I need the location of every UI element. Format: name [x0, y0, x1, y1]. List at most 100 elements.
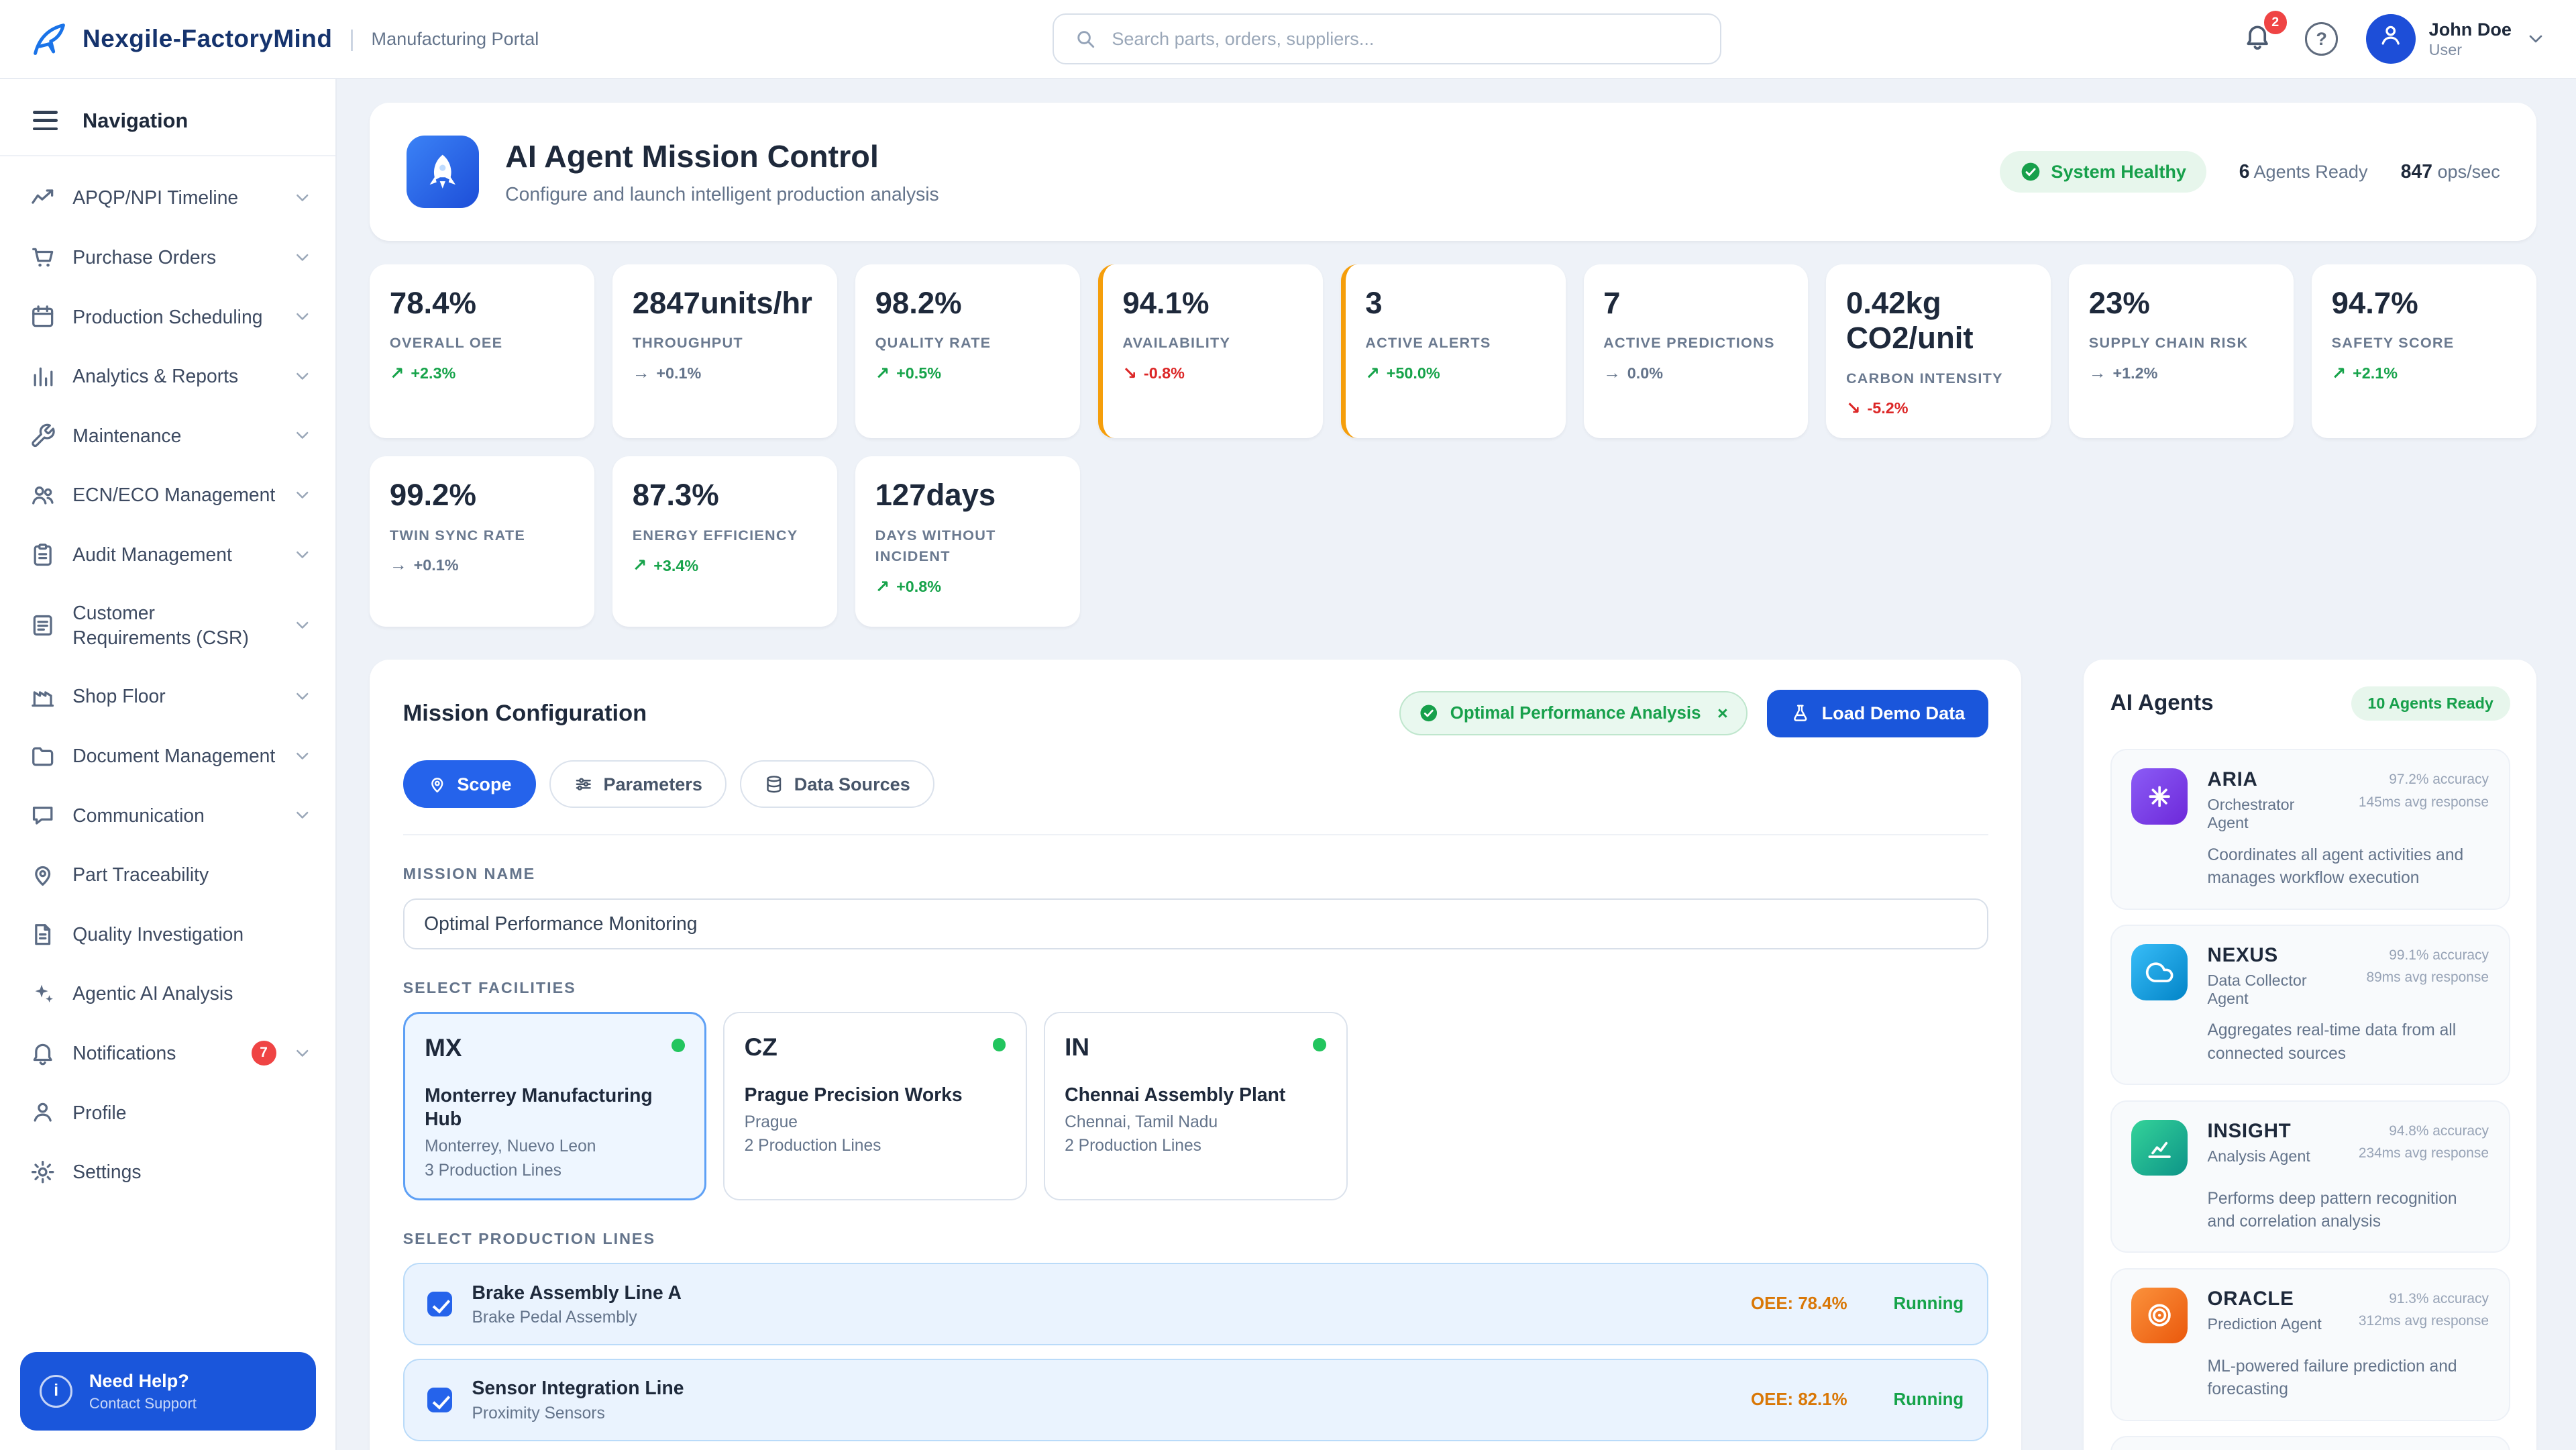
facility-code: CZ	[745, 1033, 777, 1061]
info-icon: i	[40, 1375, 72, 1408]
user-icon	[2377, 22, 2404, 55]
agent-list: ARIA Orchestrator Agent 97.2% accuracy 1…	[2110, 749, 2510, 1450]
line-checkbox[interactable]	[427, 1292, 452, 1316]
agent-card[interactable]: ORACLE Prediction Agent 91.3% accuracy 3…	[2110, 1268, 2510, 1421]
sidebar-item[interactable]: ECN/ECO Management	[0, 466, 335, 525]
kpi-trend-value: +50.0%	[1387, 364, 1440, 382]
sidebar-item[interactable]: Notifications 7	[0, 1023, 335, 1083]
gear-icon	[30, 1159, 56, 1185]
sidebar-item[interactable]: Settings	[0, 1142, 335, 1202]
factory-icon	[30, 683, 56, 709]
sidebar-item[interactable]: Profile	[0, 1083, 335, 1143]
sidebar-item[interactable]: Shop Floor	[0, 667, 335, 727]
brand-divider: |	[349, 26, 355, 52]
contact-support-card[interactable]: i Need Help? Contact Support	[20, 1352, 316, 1431]
load-demo-button[interactable]: Load Demo Data	[1767, 690, 1988, 737]
notifications-button[interactable]: 2	[2237, 19, 2277, 59]
kpi-value: 98.2%	[875, 286, 1061, 321]
kpi-label: ACTIVE ALERTS	[1365, 332, 1546, 353]
check-circle-icon	[1419, 703, 1439, 723]
sidebar-header: Navigation	[0, 79, 335, 156]
sidebar-item[interactable]: Document Management	[0, 726, 335, 786]
production-line-row[interactable]: Brake Assembly Line A Brake Pedal Assemb…	[403, 1263, 1988, 1345]
system-health-badge: System Healthy	[2000, 151, 2206, 193]
kpi-label: THROUGHPUT	[633, 332, 818, 353]
help-button[interactable]: ?	[2305, 22, 2338, 55]
mission-name-input[interactable]	[403, 898, 1988, 949]
facility-card[interactable]: MX Monterrey Manufacturing Hub Monterrey…	[403, 1012, 707, 1200]
sidebar-item-label: Quality Investigation	[72, 922, 312, 947]
sidebar-item[interactable]: Maintenance	[0, 406, 335, 466]
user-menu[interactable]: John Doe User	[2366, 14, 2546, 64]
mission-configuration-panel: Mission Configuration Optimal Performanc…	[370, 660, 2021, 1450]
facility-card[interactable]: IN Chennai Assembly Plant Chennai, Tamil…	[1044, 1012, 1348, 1200]
mission-control-hero: AI Agent Mission Control Configure and l…	[370, 103, 2536, 242]
facility-location: Monterrey, Nuevo Leon	[425, 1137, 685, 1156]
spark-icon	[2131, 768, 2188, 825]
sliders-icon	[574, 774, 594, 794]
bars-icon	[30, 363, 56, 389]
chevron-down-icon[interactable]	[2525, 28, 2546, 50]
kpi-card: 99.2% TWIN SYNC RATE → +0.1%	[370, 456, 594, 627]
chevron-down-icon	[292, 805, 313, 825]
agent-card[interactable]: INSIGHT Analysis Agent 94.8% accuracy 23…	[2110, 1100, 2510, 1253]
user-role: User	[2429, 40, 2512, 60]
sidebar-item[interactable]: Analytics & Reports	[0, 346, 335, 406]
kpi-card: 3 ACTIVE ALERTS ↗ +50.0%	[1341, 264, 1566, 439]
agent-description: Coordinates all agent activities and man…	[2208, 844, 2489, 890]
sidebar-item[interactable]: Production Scheduling	[0, 287, 335, 347]
sidebar-item[interactable]: Part Traceability	[0, 845, 335, 904]
trend-icon: ↘	[1122, 364, 1137, 384]
chevron-down-icon	[292, 545, 313, 565]
kpi-label: SAFETY SCORE	[2332, 332, 2517, 353]
doc-icon	[30, 612, 56, 638]
tab[interactable]: Parameters	[549, 760, 727, 807]
workspace: Mission Configuration Optimal Performanc…	[370, 660, 2536, 1450]
global-search[interactable]	[1053, 13, 1721, 64]
agent-card[interactable]: SAGE Recommendation Agent 89.7% accuracy…	[2110, 1436, 2510, 1450]
trend-icon: ↗	[875, 364, 890, 384]
menu-toggle[interactable]	[30, 107, 61, 134]
agents-ready-badge: 10 Agents Ready	[2351, 686, 2510, 721]
sidebar-title: Navigation	[83, 109, 188, 133]
sidebar-item[interactable]: APQP/NPI Timeline	[0, 168, 335, 228]
agents-ready-stat: 6 Agents Ready	[2239, 160, 2368, 183]
line-checkbox[interactable]	[427, 1388, 452, 1412]
file-icon	[30, 921, 56, 947]
kpi-card: 98.2% QUALITY RATE ↗ +0.5%	[855, 264, 1080, 439]
facility-code: IN	[1065, 1033, 1089, 1061]
line-name: Sensor Integration Line	[472, 1377, 1731, 1399]
search-input[interactable]	[1112, 28, 1700, 50]
sidebar-item[interactable]: Audit Management	[0, 525, 335, 584]
status-dot	[993, 1038, 1006, 1051]
sidebar-item-label: ECN/ECO Management	[72, 482, 276, 507]
tab[interactable]: Scope	[403, 760, 536, 807]
sidebar-item[interactable]: Agentic AI Analysis	[0, 964, 335, 1023]
mission-name-label: MISSION NAME	[403, 865, 1988, 883]
page-subtitle: Configure and launch intelligent product…	[505, 183, 939, 205]
tab[interactable]: Data Sources	[740, 760, 934, 807]
trend-icon: ↗	[2332, 364, 2347, 384]
sidebar-item-label: Analytics & Reports	[72, 364, 276, 389]
avatar	[2366, 14, 2416, 64]
help-title: Need Help?	[89, 1370, 197, 1392]
kpi-trend-value: -0.8%	[1144, 364, 1185, 382]
sidebar-item[interactable]: Quality Investigation	[0, 904, 335, 964]
sidebar-item[interactable]: Purchase Orders	[0, 227, 335, 287]
agent-description: Aggregates real-time data from all conne…	[2208, 1019, 2489, 1066]
sidebar-item[interactable]: Communication	[0, 786, 335, 845]
agent-response-time: 89ms avg response	[2367, 966, 2489, 988]
chevron-down-icon	[292, 248, 313, 268]
brand: Nexgile-FactoryMind | Manufacturing Port…	[30, 19, 558, 59]
close-icon[interactable]: ×	[1717, 703, 1728, 724]
kpi-card: 78.4% OVERALL OEE ↗ +2.3%	[370, 264, 594, 439]
agent-card[interactable]: NEXUS Data Collector Agent 99.1% accurac…	[2110, 925, 2510, 1086]
chevron-down-icon	[292, 615, 313, 635]
flask-icon	[1790, 703, 1811, 723]
template-chip[interactable]: Optimal Performance Analysis ×	[1399, 691, 1748, 735]
kpi-trend-value: +2.1%	[2353, 364, 2398, 382]
sidebar-item[interactable]: Customer Requirements (CSR)	[0, 584, 335, 667]
facility-card[interactable]: CZ Prague Precision Works Prague 2 Produ…	[723, 1012, 1027, 1200]
agent-card[interactable]: ARIA Orchestrator Agent 97.2% accuracy 1…	[2110, 749, 2510, 910]
production-line-row[interactable]: Sensor Integration Line Proximity Sensor…	[403, 1359, 1988, 1441]
